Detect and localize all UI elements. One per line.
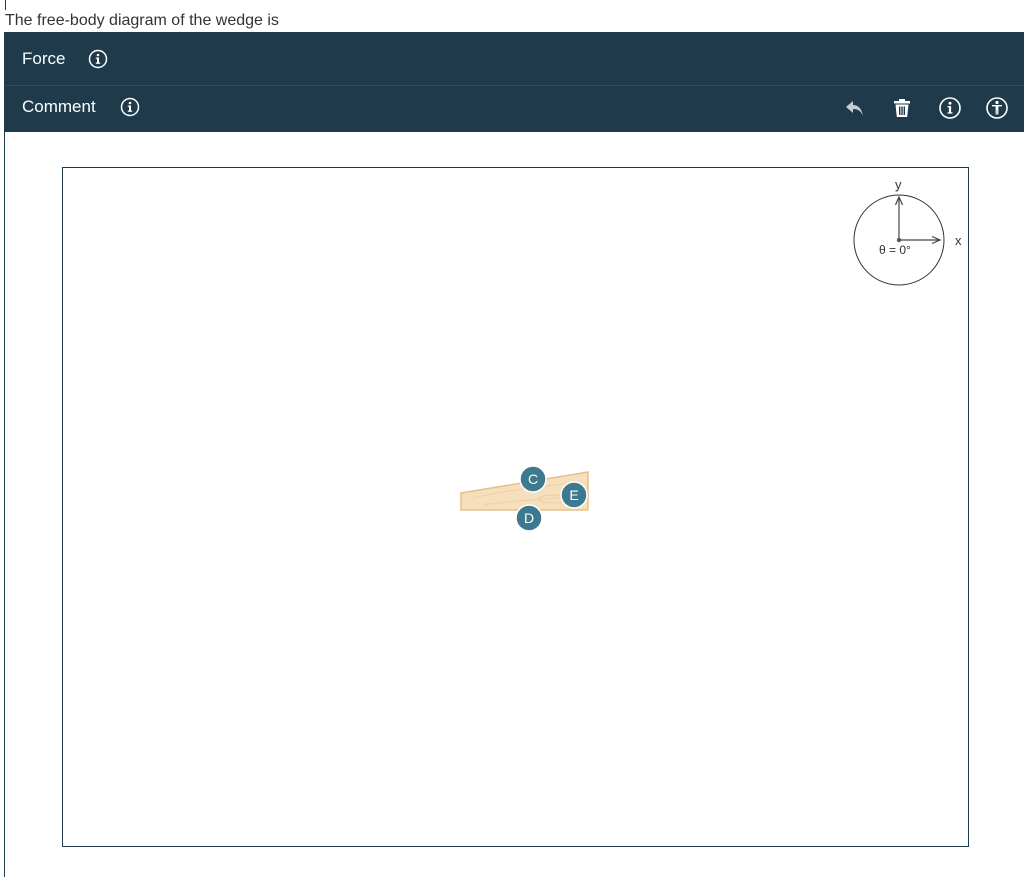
info-icon[interactable] xyxy=(120,97,140,117)
trash-icon[interactable] xyxy=(890,96,914,120)
text-cursor xyxy=(5,0,6,10)
accessibility-icon[interactable] xyxy=(985,96,1009,120)
prompt-text: The free-body diagram of the wedge is xyxy=(5,12,279,29)
coordinate-axis-indicator: y x θ = 0° xyxy=(853,177,962,286)
point-c-marker[interactable]: C xyxy=(519,465,547,493)
wedge-body: C E D xyxy=(460,465,589,532)
y-axis-label: y xyxy=(895,177,902,192)
point-c-label: C xyxy=(528,471,538,487)
point-d-label: D xyxy=(524,510,534,526)
comment-toolbar-row: Comment xyxy=(5,85,1024,132)
question-prompt: The free-body diagram of the wedge is xyxy=(0,0,1024,32)
force-toolbar-row: Force xyxy=(5,32,1024,85)
point-d-marker[interactable]: D xyxy=(515,504,543,532)
info-icon[interactable] xyxy=(938,96,962,120)
x-axis-label: x xyxy=(955,233,962,248)
angle-label: θ = 0° xyxy=(879,243,911,257)
comment-tool-button[interactable]: Comment xyxy=(22,97,96,117)
force-tool-button[interactable]: Force xyxy=(22,49,65,69)
point-e-marker[interactable]: E xyxy=(560,481,588,509)
undo-icon[interactable] xyxy=(843,96,867,120)
info-icon[interactable] xyxy=(88,49,108,69)
drawing-canvas[interactable]: y x θ = 0° C E D xyxy=(62,167,969,847)
fbd-widget: Force Comment y x θ = 0° C E D xyxy=(4,32,1024,877)
point-e-label: E xyxy=(569,487,578,503)
